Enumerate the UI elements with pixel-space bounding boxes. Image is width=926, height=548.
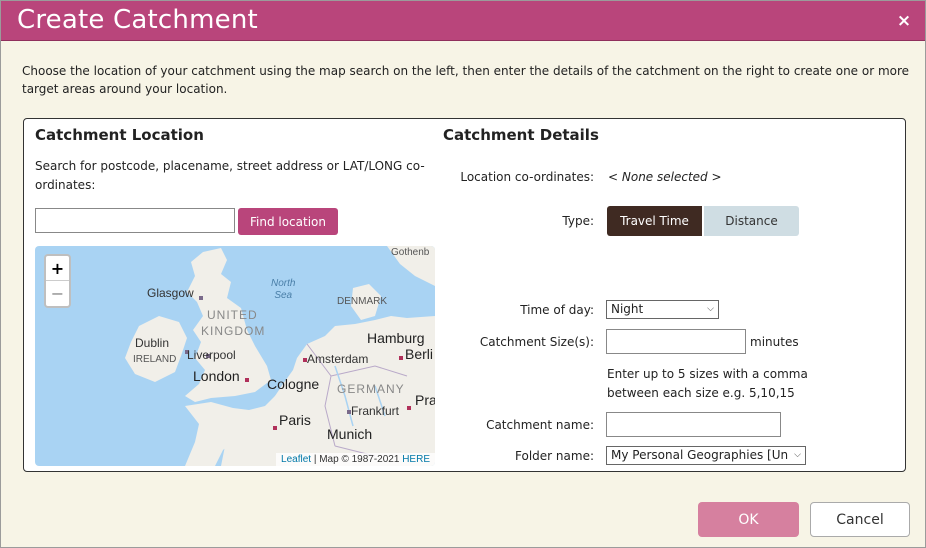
chevron-down-icon: ⌵ (794, 450, 801, 460)
catchment-details-heading: Catchment Details (443, 126, 599, 144)
map-label-cologne: Cologne (267, 376, 320, 392)
map-view[interactable]: + − North Sea Gothenb DENMARK Glasgow UNI… (35, 246, 435, 466)
catchment-size-input[interactable] (606, 329, 746, 354)
close-icon[interactable]: × (895, 11, 913, 31)
zoom-in-button[interactable]: + (46, 256, 69, 281)
catchment-location-heading: Catchment Location (35, 126, 204, 144)
map-label-frankfurt: Frankfurt (351, 404, 400, 418)
size-unit-label: minutes (750, 335, 799, 349)
time-of-day-select[interactable]: Night ⌵ (606, 300, 719, 319)
map-label-ireland: IRELAND (133, 354, 177, 365)
map-label-paris: Paris (279, 412, 311, 428)
zoom-out-button[interactable]: − (46, 281, 69, 306)
map-label-north-sea: North Sea (271, 278, 296, 301)
dialog-titlebar: Create Catchment × (1, 1, 925, 41)
create-catchment-dialog: Create Catchment × Choose the location o… (0, 0, 926, 548)
map-label-berlin: Berli (405, 346, 434, 362)
map-label-dublin: Dublin (135, 336, 170, 350)
catchment-name-input[interactable] (606, 412, 781, 437)
intro-text: Choose the location of your catchment us… (22, 64, 910, 96)
map-attribution: Leaflet | Map © 1987-2021 HERE (276, 453, 435, 466)
size-hint: Enter up to 5 sizes with a comma between… (607, 367, 808, 400)
type-distance-button[interactable]: Distance (704, 206, 799, 236)
ok-button[interactable]: OK (698, 502, 799, 537)
coordinates-label: Location co-ordinates: (460, 170, 594, 184)
map-label-kingdom: KINGDOM (201, 324, 266, 338)
map-label-munich: Munich (327, 426, 373, 442)
map-label-germany: GERMANY (337, 382, 405, 396)
map-label-liverpool: Liverpool (187, 348, 236, 362)
map-label-gothenburg: Gothenb (391, 247, 430, 258)
here-link[interactable]: HERE (402, 454, 430, 465)
folder-name-value: My Personal Geographies [Un (611, 448, 789, 462)
cancel-button[interactable]: Cancel (810, 502, 910, 537)
time-of-day-label: Time of day: (520, 303, 594, 317)
folder-name-label: Folder name: (515, 449, 594, 463)
catchment-panel: Catchment Location Catchment Details Sea… (23, 118, 906, 472)
map-label-glasgow: Glasgow (147, 286, 194, 300)
search-label: Search for postcode, placename, street a… (35, 159, 425, 192)
map-label-prague: Pra (415, 392, 435, 408)
map-label-hamburg: Hamburg (367, 330, 425, 346)
map-label-denmark: DENMARK (337, 296, 388, 307)
attribution-text: | Map © 1987-2021 (311, 454, 403, 465)
catchment-size-label: Catchment Size(s): (479, 335, 594, 349)
folder-name-select[interactable]: My Personal Geographies [Un ⌵ (606, 446, 806, 465)
find-location-button[interactable]: Find location (238, 208, 338, 235)
type-travel-time-button[interactable]: Travel Time (607, 206, 702, 236)
catchment-name-label: Catchment name: (486, 418, 594, 432)
dialog-title: Create Catchment (17, 5, 258, 35)
type-label: Type: (562, 214, 594, 228)
map-label-amsterdam: Amsterdam (307, 352, 369, 366)
chevron-down-icon: ⌵ (707, 304, 714, 314)
map-zoom-control: + − (44, 254, 71, 308)
leaflet-link[interactable]: Leaflet (281, 454, 311, 465)
map-label-london: London (193, 368, 240, 384)
coordinates-value: < None selected > (608, 170, 722, 184)
time-of-day-value: Night (611, 302, 644, 316)
location-search-input[interactable] (35, 208, 235, 233)
map-label-united: UNITED (207, 308, 258, 322)
